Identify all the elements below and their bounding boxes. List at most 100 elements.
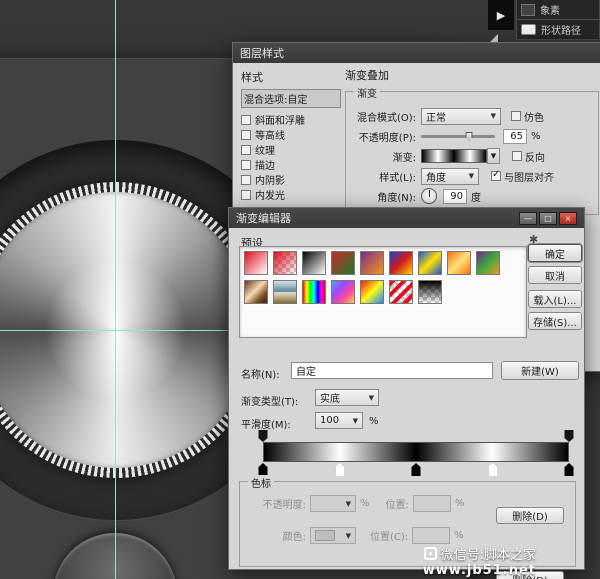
gradient-group: 渐变 混合模式(O): 正常 ▼ 仿色 不透明度(P): 65 bbox=[345, 91, 599, 215]
gradient-row: 渐变: ▼ 反向 bbox=[348, 146, 592, 166]
save-button[interactable]: 存储(S)... bbox=[528, 312, 582, 330]
gradient-preset-swatch[interactable] bbox=[418, 251, 442, 275]
blend-mode-row: 混合模式(O): 正常 ▼ 仿色 bbox=[348, 106, 592, 126]
checkbox-icon[interactable] bbox=[241, 145, 251, 155]
gradient-preset-swatch[interactable] bbox=[244, 280, 268, 304]
opacity-unit: % bbox=[531, 131, 541, 142]
layer-style-titlebar[interactable]: 图层样式 bbox=[233, 43, 600, 63]
gradient-editor-titlebar[interactable]: 渐变编辑器 — □ × bbox=[229, 208, 584, 228]
name-input[interactable]: 自定 bbox=[291, 362, 493, 379]
align-with-layer-checkbox[interactable] bbox=[491, 171, 501, 181]
stop-opacity-input[interactable]: ▼ bbox=[310, 495, 356, 512]
opacity-label: 不透明度(P): bbox=[348, 129, 416, 144]
thumbnail-icon bbox=[521, 4, 535, 16]
play-icon: ▶ bbox=[497, 9, 505, 22]
layer-style-option[interactable]: 内阴影 bbox=[241, 172, 341, 187]
gradient-preset-swatch[interactable] bbox=[418, 280, 442, 304]
panel-row-pixels[interactable]: 象素 bbox=[516, 0, 600, 20]
stop-color-row: 颜色: ▼ 位置(C): % 删除(D) bbox=[240, 526, 575, 545]
new-button[interactable]: 新建(W) bbox=[501, 361, 579, 380]
load-button[interactable]: 载入(L)... bbox=[528, 290, 582, 308]
layer-style-option[interactable]: 等高线 bbox=[241, 127, 341, 142]
layer-style-left-panel: 样式 混合选项:自定 斜面和浮雕等高线纹理描边内阴影内发光 bbox=[241, 69, 341, 202]
checkbox-icon[interactable] bbox=[241, 115, 251, 125]
smoothness-value: 100 bbox=[320, 415, 339, 426]
gradient-preset-swatch[interactable] bbox=[302, 251, 326, 275]
color-stop[interactable] bbox=[412, 463, 421, 476]
chevron-down-icon: ▼ bbox=[465, 172, 474, 180]
blend-mode-select[interactable]: 正常 ▼ bbox=[421, 108, 501, 125]
gradient-preset-swatch[interactable] bbox=[389, 280, 413, 304]
window-buttons: — □ × bbox=[519, 212, 577, 225]
gradient-type-select[interactable]: 实底 ▼ bbox=[315, 389, 379, 406]
gradient-editor-dialog: 渐变编辑器 — □ × 预设 ✱ 确定 取消 载入(L)... 存储(S)...… bbox=[228, 207, 585, 570]
layer-style-option-label: 内阴影 bbox=[255, 172, 285, 187]
color-stop[interactable] bbox=[488, 463, 497, 476]
chevron-down-icon: ▼ bbox=[342, 500, 351, 508]
checkbox-icon[interactable] bbox=[241, 130, 251, 140]
photoshop-workspace: ▶ 象素 形状路径 图层样式 样式 混合选项:自定 斜面和浮雕等高线纹理描边内阴… bbox=[0, 0, 600, 579]
angle-value[interactable]: 90 bbox=[443, 189, 467, 204]
styles-label[interactable]: 样式 bbox=[241, 69, 341, 85]
gradient-preset-swatch[interactable] bbox=[273, 251, 297, 275]
layer-style-option[interactable]: 内发光 bbox=[241, 187, 341, 202]
gradient-preset-swatch[interactable] bbox=[360, 251, 384, 275]
gradient-bar[interactable] bbox=[263, 442, 569, 462]
smoothness-label: 平滑度(M): bbox=[241, 416, 291, 431]
gradient-preset-swatch[interactable] bbox=[389, 251, 413, 275]
blending-options-item[interactable]: 混合选项:自定 bbox=[241, 89, 341, 108]
gradient-preset-swatch[interactable] bbox=[331, 251, 355, 275]
stop-location-input[interactable] bbox=[413, 495, 451, 512]
gradient-preset-swatch[interactable] bbox=[447, 251, 471, 275]
watermark-line1: 微信号:脚本之家 bbox=[423, 544, 536, 563]
panel-row-shape-path[interactable]: 形状路径 bbox=[516, 19, 600, 40]
gradient-preset-swatch[interactable] bbox=[331, 280, 355, 304]
panel-rows: 象素 形状路径 bbox=[516, 0, 600, 40]
opacity-stop[interactable] bbox=[259, 430, 268, 442]
checkbox-icon[interactable] bbox=[241, 175, 251, 185]
style-select[interactable]: 角度 ▼ bbox=[421, 168, 479, 185]
layer-style-option[interactable]: 描边 bbox=[241, 157, 341, 172]
color-location-input[interactable] bbox=[412, 527, 450, 544]
delete-opacity-stop-button[interactable]: 删除(D) bbox=[496, 507, 564, 524]
opacity-stop[interactable] bbox=[565, 430, 574, 442]
angle-dial[interactable] bbox=[421, 188, 437, 204]
name-label: 名称(N): bbox=[241, 366, 280, 381]
panel-row-label: 象素 bbox=[540, 2, 560, 17]
gradient-preview[interactable] bbox=[421, 149, 487, 163]
gradient-preset-swatch[interactable] bbox=[244, 251, 268, 275]
blend-mode-label: 混合模式(O): bbox=[348, 109, 416, 124]
opacity-slider[interactable] bbox=[421, 135, 495, 138]
gradient-preset-swatch[interactable] bbox=[302, 280, 326, 304]
play-button[interactable]: ▶ bbox=[488, 0, 514, 30]
color-stop[interactable] bbox=[565, 463, 574, 476]
close-button[interactable]: × bbox=[559, 212, 577, 225]
ok-button[interactable]: 确定 bbox=[528, 244, 582, 262]
color-location-unit: % bbox=[454, 530, 464, 541]
stop-color-swatch[interactable]: ▼ bbox=[310, 527, 356, 544]
dither-checkbox[interactable] bbox=[511, 111, 521, 121]
maximize-button[interactable]: □ bbox=[539, 212, 557, 225]
smoothness-input[interactable]: 100 ▼ bbox=[315, 412, 363, 429]
chevron-down-icon: ▼ bbox=[342, 532, 351, 540]
checkbox-icon[interactable] bbox=[241, 160, 251, 170]
watermark-line2: www.jb51.net bbox=[423, 563, 536, 578]
reverse-checkbox[interactable] bbox=[512, 151, 522, 161]
layer-style-option[interactable]: 纹理 bbox=[241, 142, 341, 157]
layer-style-option[interactable]: 斜面和浮雕 bbox=[241, 112, 341, 127]
opacity-stop-track[interactable] bbox=[263, 430, 569, 442]
color-stop-track[interactable] bbox=[263, 463, 569, 476]
opacity-value[interactable]: 65 bbox=[503, 129, 527, 144]
checkbox-icon[interactable] bbox=[241, 190, 251, 200]
stop-opacity-row: 不透明度: ▼ % 位置: % 删除(D) bbox=[240, 494, 575, 513]
gradient-preset-swatch[interactable] bbox=[476, 251, 500, 275]
opacity-slider-thumb[interactable] bbox=[466, 132, 473, 142]
layer-style-option-label: 等高线 bbox=[255, 127, 285, 142]
minimize-button[interactable]: — bbox=[519, 212, 537, 225]
gradient-preset-swatch[interactable] bbox=[360, 280, 384, 304]
gradient-preset-swatch[interactable] bbox=[273, 280, 297, 304]
gradient-type-value: 实底 bbox=[320, 390, 340, 405]
gradient-picker-arrow[interactable]: ▼ bbox=[487, 148, 500, 164]
color-stop[interactable] bbox=[335, 463, 344, 476]
cancel-button[interactable]: 取消 bbox=[528, 266, 582, 284]
